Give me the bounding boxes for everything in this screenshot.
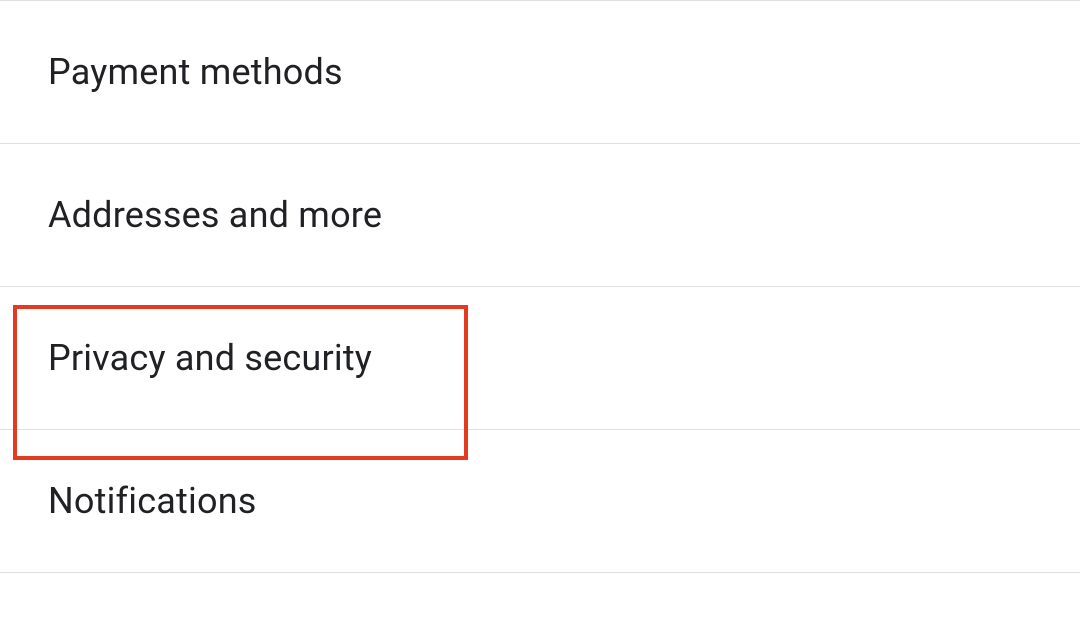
settings-item-label: Payment methods (48, 51, 343, 93)
settings-item-privacy-security[interactable]: Privacy and security (0, 287, 1080, 430)
settings-item-label: Addresses and more (48, 194, 382, 236)
settings-item-label: Notifications (48, 480, 257, 522)
settings-item-notifications[interactable]: Notifications (0, 430, 1080, 573)
settings-item-addresses[interactable]: Addresses and more (0, 144, 1080, 287)
settings-item-label: Privacy and security (48, 337, 372, 379)
settings-item-payment-methods[interactable]: Payment methods (0, 1, 1080, 144)
settings-list: Payment methods Addresses and more Priva… (0, 0, 1080, 573)
